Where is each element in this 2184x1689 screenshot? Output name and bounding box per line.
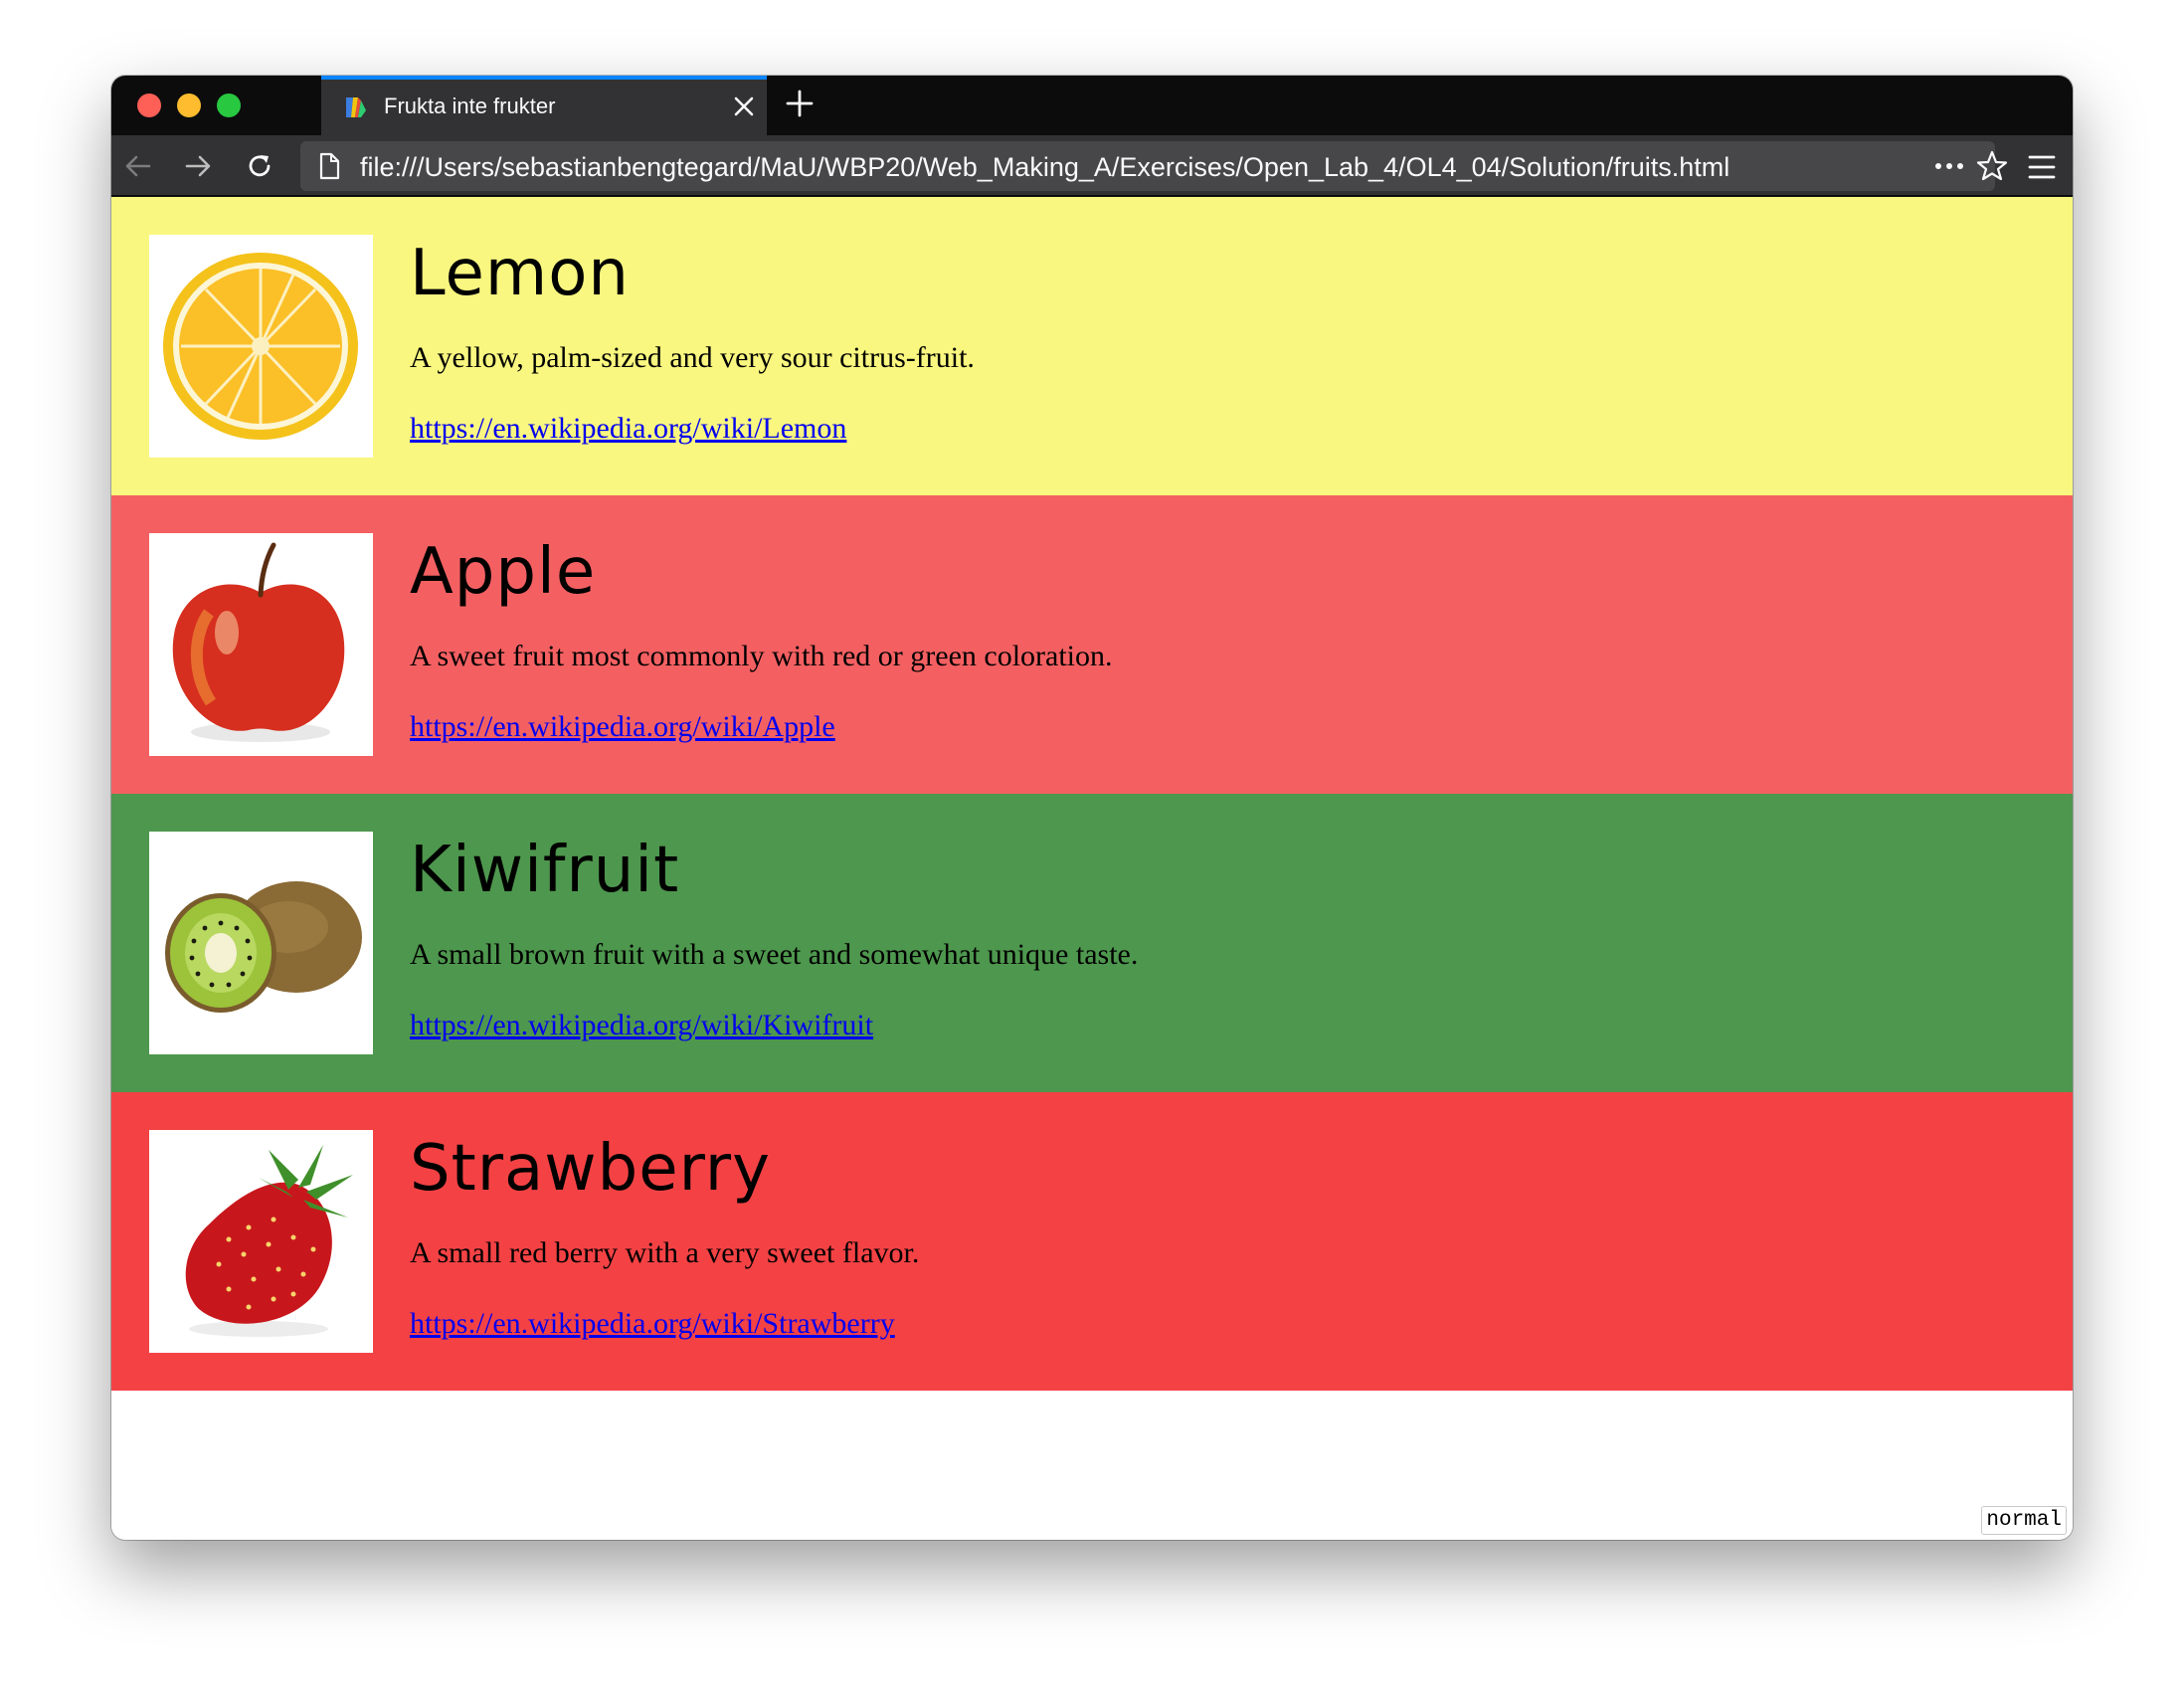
wikipedia-link[interactable]: https://en.wikipedia.org/wiki/Apple — [410, 710, 835, 744]
new-tab-icon[interactable] — [784, 88, 816, 119]
fruit-title: Lemon — [410, 237, 630, 310]
fruit-card-kiwifruit: Kiwifruit A small brown fruit with a swe… — [111, 794, 2073, 1092]
page-actions-icon[interactable] — [1931, 151, 1967, 181]
fruit-description: A sweet fruit most commonly with red or … — [410, 640, 1113, 672]
page-favicon-icon — [346, 97, 366, 117]
fruit-title: Apple — [410, 535, 597, 609]
fruit-card-lemon: Lemon A yellow, palm-sized and very sour… — [111, 197, 2073, 495]
mode-badge: normal — [1981, 1506, 2067, 1535]
fruit-description: A small brown fruit with a sweet and som… — [410, 938, 1139, 971]
url-text[interactable]: file:///Users/sebastianbengtegard/MaU/WB… — [360, 152, 1729, 183]
hamburger-menu-icon[interactable] — [2027, 153, 2057, 181]
lemon-slice-icon — [163, 253, 358, 440]
fruit-title: Strawberry — [410, 1132, 771, 1206]
navigation-toolbar: file:///Users/sebastianbengtegard/MaU/WB… — [111, 135, 2073, 197]
fruit-title: Kiwifruit — [410, 834, 680, 907]
address-bar[interactable]: file:///Users/sebastianbengtegard/MaU/WB… — [300, 141, 2008, 191]
reload-icon[interactable] — [243, 149, 276, 183]
page-viewport: Lemon A yellow, palm-sized and very sour… — [111, 197, 2073, 1540]
tab-active[interactable]: Frukta inte frukter — [321, 76, 767, 135]
fruit-card-strawberry: Strawberry A small red berry with a very… — [111, 1092, 2073, 1391]
close-tab-icon[interactable] — [731, 94, 757, 119]
fruit-card-apple: Apple A sweet fruit most commonly with r… — [111, 495, 2073, 794]
fruit-image-strawberry — [149, 1130, 373, 1353]
tab-title: Frukta inte frukter — [384, 94, 556, 118]
red-apple-icon — [172, 542, 345, 742]
forward-arrow-icon[interactable] — [181, 149, 215, 183]
minimize-window-button[interactable] — [177, 94, 201, 117]
maximize-window-button[interactable] — [217, 94, 241, 117]
back-arrow-icon[interactable] — [121, 149, 155, 183]
browser-window: Frukta inte frukter file:///Users/sebast… — [111, 76, 2073, 1540]
wikipedia-link[interactable]: https://en.wikipedia.org/wiki/Kiwifruit — [410, 1009, 873, 1042]
wikipedia-link[interactable]: https://en.wikipedia.org/wiki/Lemon — [410, 412, 846, 446]
fruit-image-lemon — [149, 235, 373, 458]
page-icon — [319, 152, 340, 180]
close-window-button[interactable] — [137, 94, 161, 117]
wikipedia-link[interactable]: https://en.wikipedia.org/wiki/Strawberry — [410, 1307, 895, 1341]
fruit-description: A small red berry with a very sweet flav… — [410, 1236, 920, 1269]
fruit-description: A yellow, palm-sized and very sour citru… — [410, 341, 975, 374]
strawberry-icon — [185, 1145, 353, 1337]
tab-strip: Frukta inte frukter — [111, 76, 2073, 135]
bookmark-star-icon[interactable] — [1975, 149, 2009, 183]
kiwi-halves-icon — [165, 881, 362, 1013]
fruit-image-kiwifruit — [149, 832, 373, 1054]
fruit-image-apple — [149, 533, 373, 756]
